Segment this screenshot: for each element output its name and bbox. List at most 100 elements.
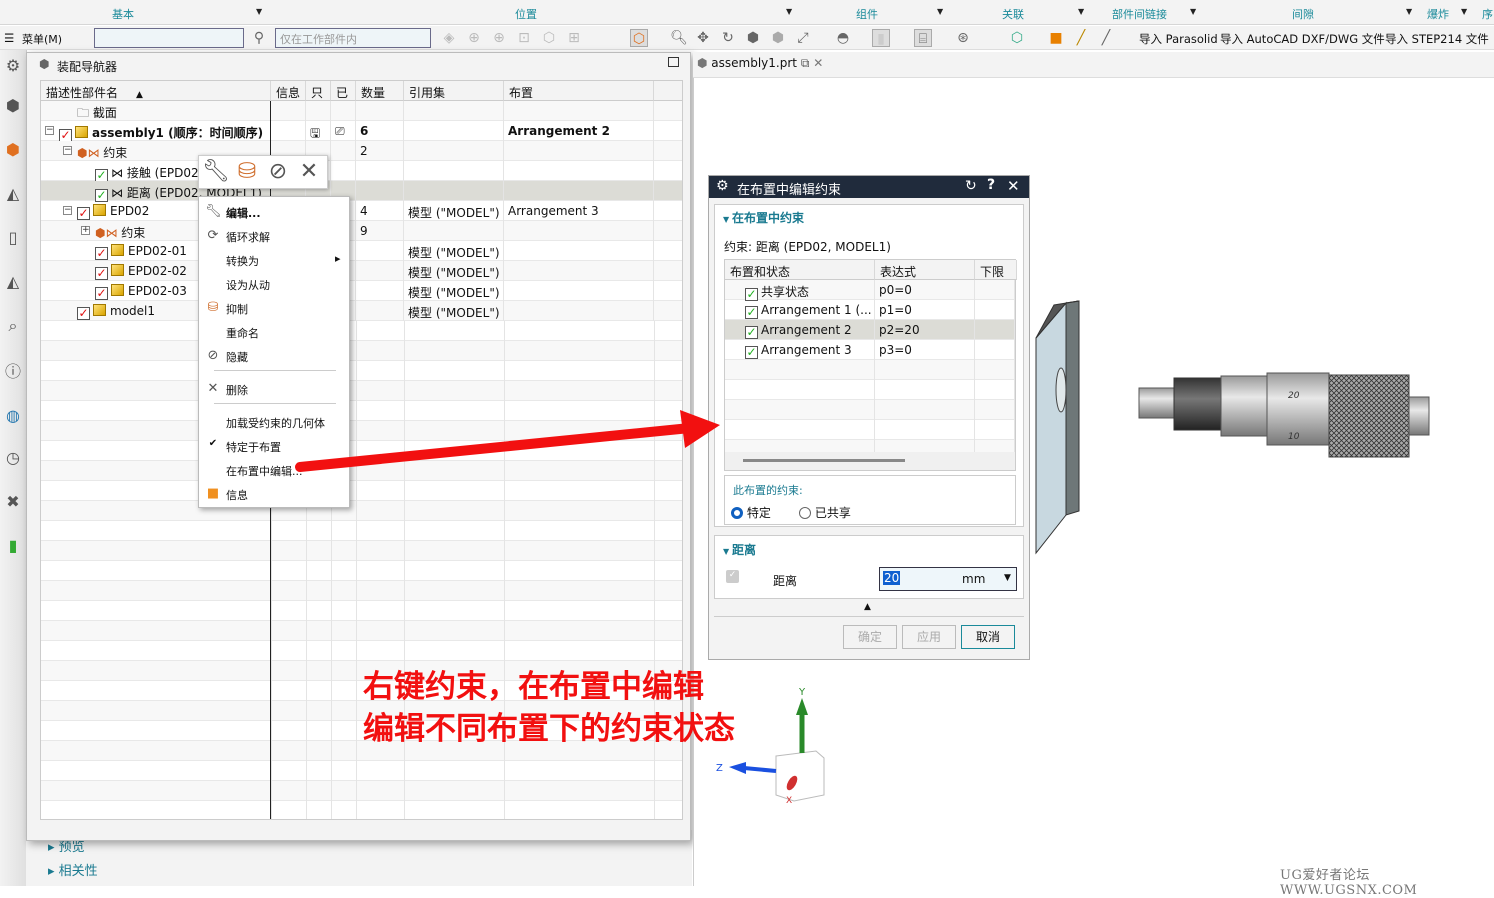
tree-row[interactable]: ⬢⋈ 约束 − 2 bbox=[41, 141, 682, 161]
group-basic[interactable]: 基本 bbox=[112, 6, 134, 22]
zoom-icon[interactable]: 🔍︎ bbox=[670, 29, 688, 47]
checkbox[interactable]: ✓ bbox=[95, 267, 108, 280]
render-style-icon[interactable]: ◓ bbox=[834, 29, 852, 47]
menu-item[interactable]: 加载受约束的几何体 bbox=[199, 411, 349, 433]
snap-icon[interactable]: ⊞ bbox=[565, 29, 583, 47]
filter-icon[interactable]: ⚲ bbox=[250, 29, 268, 47]
import-parasolid[interactable]: 导入 Parasolid bbox=[1139, 31, 1218, 47]
col-header-modified[interactable]: 已 bbox=[331, 81, 356, 101]
reset-icon[interactable]: ↻ bbox=[965, 178, 977, 194]
col-header-readonly[interactable]: 只 bbox=[306, 81, 331, 101]
horizontal-scrollbar[interactable] bbox=[725, 452, 1015, 470]
color-palette-icon[interactable]: ▮ bbox=[3, 536, 23, 556]
menu-item[interactable]: 重命名 bbox=[199, 321, 349, 343]
menu-item[interactable]: ⛁ 抑制 bbox=[199, 297, 349, 319]
arrangement-row[interactable]: ✓ 共享状态 p0=0 bbox=[725, 280, 1015, 301]
checkbox[interactable]: ✓ bbox=[745, 306, 758, 319]
layer-icon[interactable]: ⊛ bbox=[954, 29, 972, 47]
chevron-down-icon[interactable]: ▼ bbox=[1190, 7, 1196, 16]
menu-item[interactable]: 设为从动 bbox=[199, 273, 349, 295]
col-header-info[interactable]: 信息 bbox=[271, 81, 306, 101]
work-part-icon[interactable]: ⬡ bbox=[630, 29, 648, 47]
unit-select[interactable]: mm bbox=[962, 572, 985, 586]
tree-row[interactable]: ✓ ⋈ 距离 (EPD02, MODEL1) bbox=[41, 181, 682, 202]
col-expression[interactable]: 表达式 bbox=[875, 260, 975, 280]
group-exploded[interactable]: 爆炸 bbox=[1427, 6, 1449, 22]
rotate-icon[interactable]: ↻ bbox=[719, 29, 737, 47]
brush-icon[interactable]: ╱ bbox=[1072, 29, 1090, 47]
chevron-down-icon[interactable]: ▼ bbox=[1406, 7, 1412, 16]
group-sequence[interactable]: 序 bbox=[1482, 6, 1493, 22]
distance-input[interactable]: 20 mm ▼ bbox=[879, 567, 1017, 591]
menu-item[interactable]: ⊘ 隐藏 bbox=[199, 345, 349, 367]
checkbox[interactable]: ✓ bbox=[745, 326, 758, 339]
apply-button[interactable]: 应用 bbox=[902, 625, 956, 649]
pmi-navigator-icon[interactable]: ◭ bbox=[3, 272, 23, 292]
menu-item[interactable]: 在布置中编辑... bbox=[199, 459, 349, 481]
snap-icon[interactable]: ⊕ bbox=[490, 29, 508, 47]
reuse-library-icon[interactable]: ▯ bbox=[3, 228, 23, 248]
type-filter-select[interactable] bbox=[94, 28, 244, 48]
chevron-down-icon[interactable]: ▼ bbox=[1461, 7, 1467, 16]
tree-row[interactable]: ✓ EPD02 − 4 模型 ("MODEL") Arrangement 3 bbox=[41, 201, 682, 221]
menu-icon[interactable]: ☰ bbox=[4, 31, 14, 45]
settings-icon[interactable]: ■ bbox=[1047, 29, 1065, 47]
menu-item[interactable]: 🔧︎ 编辑... bbox=[199, 201, 349, 223]
group-associative[interactable]: 关联 bbox=[1002, 6, 1024, 22]
arrangement-row[interactable]: ✓ Arrangement 3 p3=0 bbox=[725, 340, 1015, 360]
wrench-icon[interactable]: 🔧︎ bbox=[202, 159, 230, 185]
help-icon[interactable]: ? bbox=[987, 177, 995, 193]
menu-item[interactable]: ⟳ 循环求解 bbox=[199, 225, 349, 247]
measure-icon[interactable]: ⌕ bbox=[3, 316, 23, 336]
close-icon[interactable]: ✕ bbox=[813, 56, 823, 70]
radio-specific[interactable]: 特定 bbox=[731, 504, 771, 521]
tree-row[interactable]: 🗀 截面 bbox=[41, 101, 682, 121]
view-icon[interactable]: ⬢ bbox=[769, 29, 787, 47]
clock-icon[interactable]: ◷ bbox=[3, 448, 23, 468]
group-clearance[interactable]: 间隙 bbox=[1292, 6, 1314, 22]
tree-row[interactable]: ✓ model1 模型 ("MODEL") bbox=[41, 301, 682, 321]
menu-item[interactable]: ✕ 删除 bbox=[199, 378, 349, 400]
wcs-icon[interactable]: ⬡ bbox=[1008, 29, 1026, 47]
chevron-down-icon[interactable]: ▼ bbox=[1078, 7, 1084, 16]
arrangement-row[interactable]: ✓ Arrangement 1 (... p1=0 bbox=[725, 300, 1015, 320]
dependencies-section[interactable]: ▸ 相关性 bbox=[48, 860, 98, 879]
col-header-name[interactable]: 描述性部件名 ▲ bbox=[41, 81, 271, 101]
col-header-quantity[interactable]: 数量 bbox=[356, 81, 404, 101]
radio-shared[interactable]: 已共享 bbox=[799, 504, 851, 521]
cylinder-icon[interactable]: ⌸ bbox=[914, 29, 932, 47]
collapse-icon[interactable]: − bbox=[63, 146, 72, 155]
tree-row[interactable]: ✓ ⋈ 接触 (EPD02 bbox=[41, 161, 682, 182]
menu-item[interactable]: ✔ 特定于布置 bbox=[199, 435, 349, 457]
snap-icon[interactable]: ⊡ bbox=[515, 29, 533, 47]
checkbox[interactable]: ✓ bbox=[95, 287, 108, 300]
menu-item[interactable]: ■ 信息 bbox=[199, 483, 349, 505]
shading-icon[interactable]: ▮ bbox=[872, 29, 890, 47]
measure-icon[interactable]: ╱ bbox=[1097, 29, 1115, 47]
col-header-arrangement[interactable]: 布置 bbox=[504, 81, 654, 101]
view-icon[interactable]: ⬢ bbox=[744, 29, 762, 47]
web-browser-icon[interactable]: ◍ bbox=[3, 406, 23, 426]
ok-button[interactable]: 确定 bbox=[843, 625, 897, 649]
tools-icon[interactable]: ✖ bbox=[3, 492, 23, 512]
expand-icon[interactable]: + bbox=[81, 226, 90, 235]
hide-icon[interactable]: ⊘ bbox=[265, 159, 291, 185]
col-header-refset[interactable]: 引用集 bbox=[404, 81, 504, 101]
tree-row[interactable]: ✓ EPD02-03 模型 ("MODEL") bbox=[41, 281, 682, 301]
collapse-icon[interactable]: − bbox=[45, 126, 54, 135]
group-interpart-link[interactable]: 部件间链接 bbox=[1112, 6, 1167, 22]
constraint-navigator-icon[interactable]: ◭ bbox=[3, 184, 23, 204]
tree-row[interactable]: ⬢⋈ 约束 +9 bbox=[41, 221, 682, 241]
close-icon[interactable]: ✕ bbox=[296, 159, 322, 185]
tree-row[interactable]: ✓ EPD02-02 模型 ("MODEL") bbox=[41, 261, 682, 281]
fit-icon[interactable]: ⤢ bbox=[794, 29, 812, 47]
assembly-navigator-icon[interactable]: ⬢ bbox=[3, 140, 23, 160]
chevron-down-icon[interactable]: ▼ bbox=[786, 7, 792, 16]
group-position[interactable]: 位置 bbox=[515, 6, 537, 22]
scrollbar-thumb[interactable] bbox=[743, 459, 905, 462]
tree-row[interactable]: ✓ assembly1 (顺序：时间顺序) − 🖫 ⎚ 6 Arrangement 2 bbox=[41, 121, 682, 142]
import-dxf[interactable]: 导入 AutoCAD DXF/DWG 文件 bbox=[1220, 31, 1385, 47]
checkbox[interactable]: ✓ bbox=[77, 307, 90, 320]
collapse-icon[interactable]: − bbox=[63, 206, 72, 215]
history-icon[interactable]: ⓘ bbox=[3, 362, 23, 382]
